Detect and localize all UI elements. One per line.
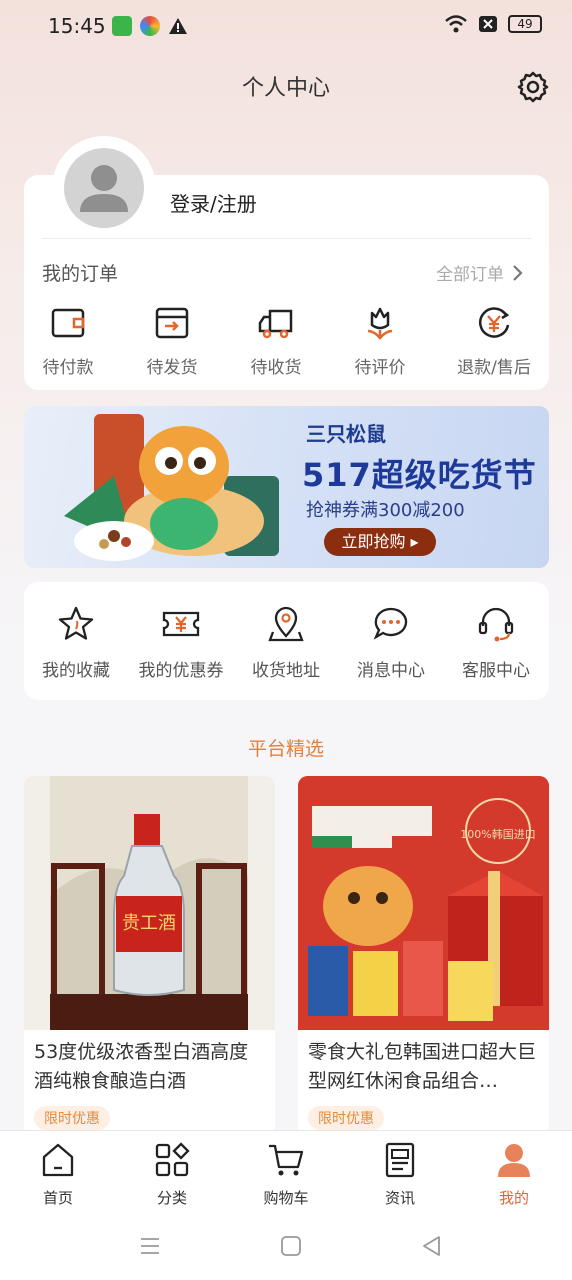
sim-off-icon xyxy=(479,16,497,32)
product-card[interactable]: 100%韩国进口 零食大礼包韩国进口超大巨型网红休闲食品组合… 限时优惠 xyxy=(298,776,549,1136)
box-arrow-icon xyxy=(155,307,189,339)
order-label: 退款/售后 xyxy=(457,358,531,378)
banner-illustration xyxy=(64,414,279,561)
page-title: 个人中心 xyxy=(241,76,330,101)
tab-bar: 首页 分类 购物车 资讯 我的 xyxy=(0,1130,572,1220)
star-icon xyxy=(58,606,94,640)
tab-label: 首页 xyxy=(42,1189,73,1207)
login-link[interactable]: 登录/注册 xyxy=(170,188,257,217)
banner-subtitle: 抢神券满300减200 xyxy=(306,500,465,521)
home-icon xyxy=(42,1143,74,1177)
banner-headline: 517超级吃货节 xyxy=(302,456,537,494)
product-tag: 限时优惠 xyxy=(308,1106,384,1130)
order-label: 待发货 xyxy=(146,358,198,378)
order-pending-review[interactable]: 待评价 xyxy=(330,303,430,378)
badge-text: 100%韩国进口 xyxy=(460,827,535,841)
all-orders-label: 全部订单 xyxy=(436,265,504,285)
tab-category[interactable]: 分类 xyxy=(132,1141,212,1208)
status-time: 15:45 xyxy=(48,14,106,38)
service-favorites[interactable]: 我的收藏 xyxy=(24,604,128,681)
product-tag: 限时优惠 xyxy=(34,1106,110,1130)
service-address[interactable]: 收货地址 xyxy=(234,604,338,681)
all-orders-link[interactable]: 全部订单 xyxy=(436,260,524,285)
tab-label: 购物车 xyxy=(263,1189,309,1207)
coupon-icon xyxy=(162,611,200,637)
home-nav-icon[interactable] xyxy=(279,1234,303,1258)
service-label: 我的收藏 xyxy=(42,661,110,681)
app-notification-icon xyxy=(112,16,132,36)
wallet-icon xyxy=(51,308,85,338)
banner-cta-button[interactable]: 立即抢购 ▸ xyxy=(324,528,436,556)
banner-brand: 三只松鼠 xyxy=(306,422,386,446)
service-coupons[interactable]: 我的优惠券 xyxy=(129,604,233,681)
tab-news[interactable]: 资讯 xyxy=(360,1141,440,1208)
section-title: 平台精选 xyxy=(247,738,324,760)
service-label: 收货地址 xyxy=(252,661,320,681)
order-label: 待收货 xyxy=(250,358,302,378)
service-label: 我的优惠券 xyxy=(138,661,224,681)
product-name: 53度优级浓香型白酒高度酒纯粮食酿造白酒 xyxy=(34,1041,249,1092)
wifi-icon xyxy=(445,15,467,33)
warning-icon xyxy=(169,18,187,34)
bottle-label-text: 贵工酒 xyxy=(122,913,176,934)
back-icon[interactable] xyxy=(420,1234,444,1258)
service-label: 客服中心 xyxy=(462,661,530,681)
chat-icon xyxy=(373,607,408,640)
divider xyxy=(42,238,532,239)
news-icon xyxy=(385,1142,415,1178)
order-label: 待评价 xyxy=(354,358,406,378)
product-image: 100%韩国进口 xyxy=(298,776,549,1030)
user-icon xyxy=(80,165,128,212)
battery-indicator: 49 xyxy=(508,15,542,33)
service-label: 消息中心 xyxy=(357,661,425,681)
tab-profile[interactable]: 我的 xyxy=(474,1141,554,1208)
order-refund[interactable]: 退款/售后 xyxy=(444,303,544,378)
system-nav-bar xyxy=(0,1220,572,1280)
headset-icon xyxy=(478,607,514,642)
app-notification-icon-2 xyxy=(140,16,160,36)
tab-label: 分类 xyxy=(156,1189,187,1207)
product-card[interactable]: 贵工酒 53度优级浓香型白酒高度酒纯粮食酿造白酒 限时优惠 xyxy=(24,776,275,1136)
tab-home[interactable]: 首页 xyxy=(18,1141,98,1208)
gear-icon xyxy=(517,71,549,103)
snack-gift-illustration: 100%韩国进口 xyxy=(298,776,549,1030)
orders-title: 我的订单 xyxy=(42,263,119,285)
service-messages[interactable]: 消息中心 xyxy=(339,604,443,681)
status-bar: 15:45 49 xyxy=(0,0,572,52)
location-icon xyxy=(268,606,304,642)
cart-icon xyxy=(269,1144,304,1176)
order-label: 待付款 xyxy=(42,358,94,378)
order-pending-payment[interactable]: 待付款 xyxy=(18,303,118,378)
profile-icon xyxy=(498,1144,530,1177)
product-image: 贵工酒 xyxy=(24,776,275,1030)
tab-cart[interactable]: 购物车 xyxy=(246,1141,326,1208)
menu-icon[interactable] xyxy=(138,1234,162,1258)
settings-button[interactable] xyxy=(516,70,550,104)
order-pending-shipment[interactable]: 待发货 xyxy=(122,303,222,378)
service-support[interactable]: 客服中心 xyxy=(444,604,548,681)
liquor-bottle-illustration: 贵工酒 xyxy=(50,776,248,1030)
tab-label: 我的 xyxy=(498,1189,529,1207)
promo-banner[interactable]: 三只松鼠 517超级吃货节 抢神券满300减200 立即抢购 ▸ xyxy=(24,406,549,568)
tab-label: 资讯 xyxy=(384,1189,415,1207)
truck-icon xyxy=(258,309,293,339)
order-pending-receipt[interactable]: 待收货 xyxy=(226,303,326,378)
category-icon xyxy=(155,1142,190,1177)
chevron-right-icon xyxy=(513,264,523,281)
yen-refund-icon xyxy=(479,307,510,338)
product-name: 零食大礼包韩国进口超大巨型网红休闲食品组合… xyxy=(308,1041,537,1092)
flower-icon xyxy=(367,307,393,340)
avatar[interactable] xyxy=(64,148,144,228)
status-right: 49 xyxy=(444,14,542,34)
